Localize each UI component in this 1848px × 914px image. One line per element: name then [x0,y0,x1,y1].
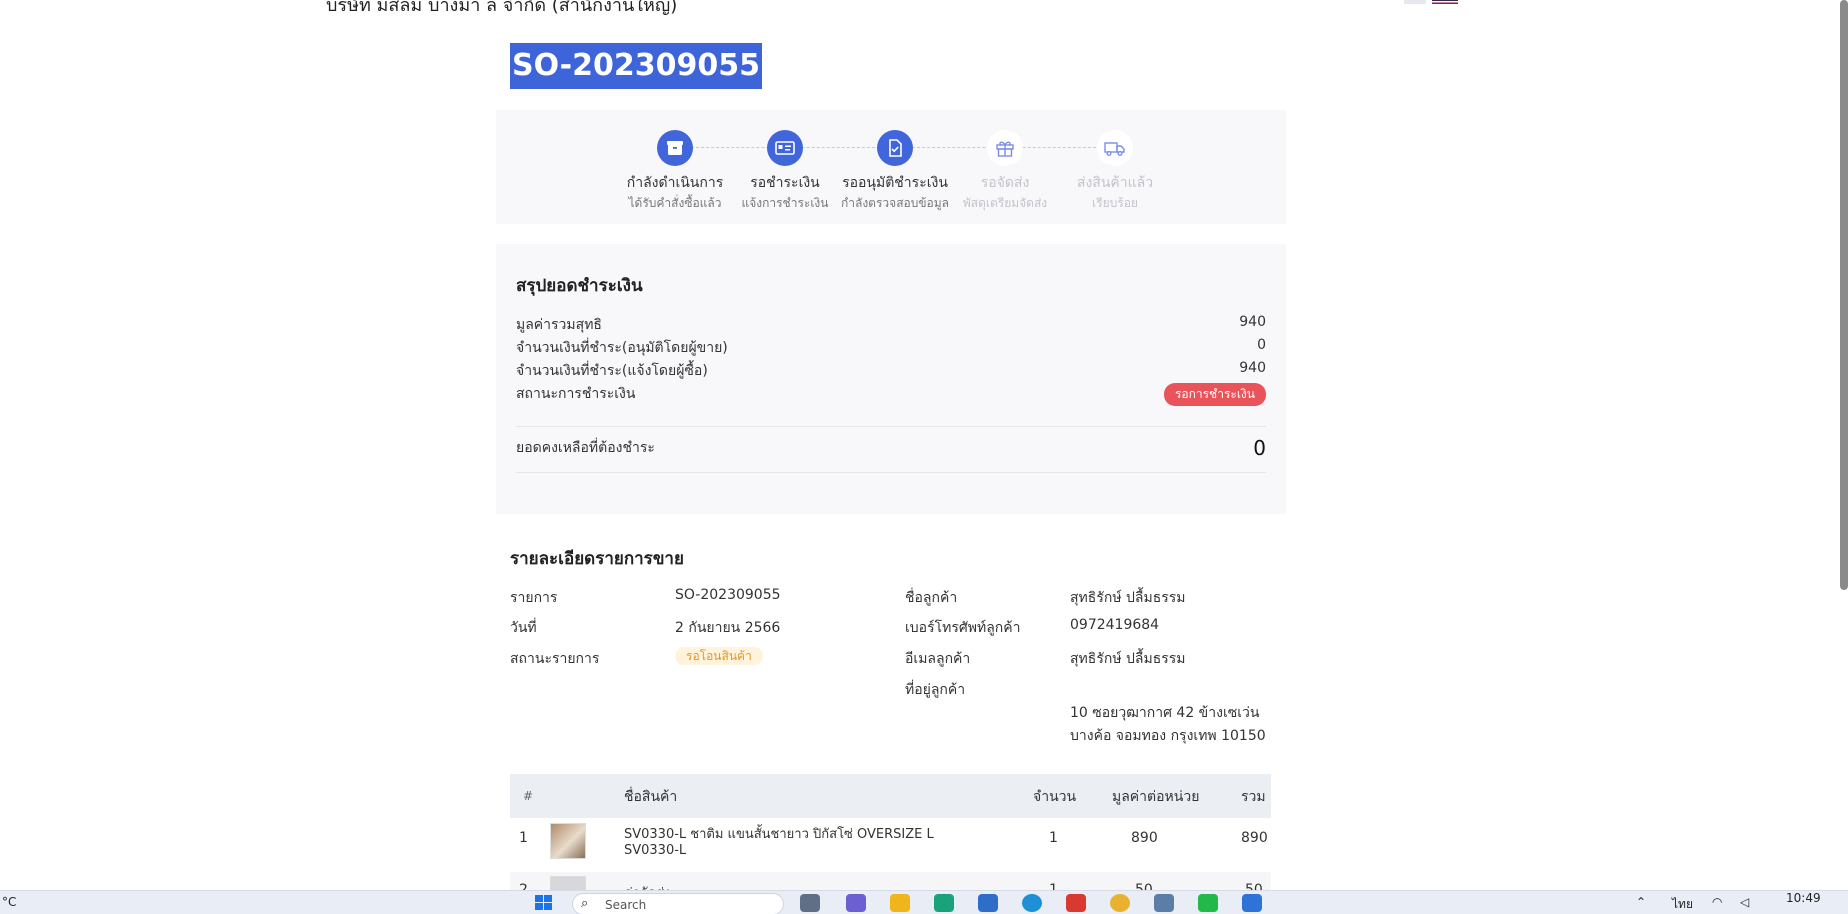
step-subtitle: กำลังตรวจสอบข้อมูล [840,196,950,210]
task-view-icon[interactable] [800,894,820,912]
payment-status-label: สถานะการชำระเงิน [516,386,636,402]
remaining-label: ยอดคงเหลือที่ต้องชำระ [516,440,655,456]
row-num: 1 [519,830,528,846]
table-header: # ชื่อสินค้า จำนวน มูลค่าต่อหน่วย รวม [510,774,1271,818]
step-awaiting-approval: รออนุมัติชำระเงิน กำลังตรวจสอบข้อมูล [835,130,955,213]
divider [516,472,1266,473]
customer-email-label: อีเมลลูกค้า [905,651,971,667]
customer-email-value: สุทธิรักษ์ ปลื้มธรรม [1070,651,1186,667]
product-name: SV0330-L ชาติม แขนสั้นชายาว ปิกัสโซ่ OVE… [624,827,934,842]
sales-details-title: รายละเอียดรายการขาย [510,549,684,569]
weather-temp[interactable]: °C [2,895,16,909]
taskbar-search[interactable]: ⌕ Search [572,893,784,914]
wifi-icon[interactable]: ◠ [1712,895,1722,909]
row-quantity: 1 [1049,830,1058,846]
step-title: กำลังดำเนินการ [626,175,724,191]
document-check-icon [877,130,913,166]
item-label: รายการ [510,590,558,606]
table-row[interactable]: 1 SV0330-L ชาติม แขนสั้นชายาว ปิกัสโซ่ O… [510,818,1271,872]
app-icon[interactable] [1022,894,1042,912]
customer-name-value: สุทธิรักษ์ ปลื้มธรรม [1070,590,1186,606]
remaining-row: ยอดคงเหลือที่ต้องชำระ 0 [516,436,1266,460]
date-label: วันที่ [510,620,537,636]
item-value: SO-202309055 [675,587,781,603]
input-language[interactable]: ไทย [1672,895,1693,914]
order-status-cell: รอโอนสินค้า [675,647,763,666]
paid-approved-value: 0 [1257,337,1266,353]
file-explorer-icon[interactable] [890,894,910,912]
net-total-label: มูลค่ารวมสุทธิ [516,317,602,333]
page-scrollbar[interactable] [1840,0,1848,590]
search-placeholder: Search [605,898,647,912]
order-number-title: SO-202309055 [510,43,762,89]
step-awaiting-payment: รอชำระเงิน แจ้งการชำระเงิน [725,130,845,213]
teams-icon[interactable] [846,894,866,912]
customer-name-label: ชื่อลูกค้า [905,590,958,606]
paid-approved-label: จำนวนเงินที่ชำระ(อนุมัติโดยผู้ขาย) [516,340,728,356]
edge-browser-icon[interactable] [934,894,954,912]
payment-status-row: สถานะการชำระเงิน รอการชำระเงิน [516,383,1266,406]
step-subtitle: ได้รับคำสั่งซื้อแล้ว [628,196,722,210]
volume-icon[interactable]: ◁ [1740,895,1749,909]
row-unit-price: 890 [1131,830,1158,846]
line-app-icon[interactable] [1198,894,1218,912]
customer-address-label: ที่อยู่ลูกค้า [905,682,966,698]
order-progress-panel: กำลังดำเนินการ ได้รับคำสั่งซื้อแล้ว รอชำ… [496,110,1286,224]
payment-status-badge: รอการชำระเงิน [1163,383,1266,406]
payment-card-icon [767,130,803,166]
paid-approved-row: จำนวนเงินที่ชำระ(อนุมัติโดยผู้ขาย) 0 [516,337,1266,359]
step-title: ส่งสินค้าแล้ว [1076,175,1154,191]
chrome-icon[interactable] [1110,894,1130,912]
gmail-icon[interactable] [1066,894,1086,912]
search-icon: ⌕ [581,896,589,911]
payment-summary-title: สรุปยอดชำระเงิน [516,276,643,296]
col-unit-price: มูลค่าต่อหน่วย [1112,789,1200,805]
step-delivered: ส่งสินค้าแล้ว เรียบร้อย [1055,130,1175,213]
col-quantity: จำนวน [1033,789,1077,805]
store-icon[interactable] [978,894,998,912]
customer-address-line2: บางค้อ จอมทอง กรุงเทพ 10150 [1070,728,1266,744]
divider [516,426,1266,427]
step-subtitle: เรียบร้อย [1092,196,1138,210]
box-icon [657,130,693,166]
calculator-icon[interactable] [1154,894,1174,912]
col-product-name: ชื่อสินค้า [624,789,678,805]
net-total-row: มูลค่ารวมสุทธิ 940 [516,314,1266,336]
step-title: รออนุมัติชำระเงิน [842,175,948,191]
step-title: รอจัดส่ง [980,175,1030,191]
truck-icon [1097,130,1133,166]
row-total: 890 [1241,830,1268,846]
net-total-value: 940 [1239,314,1266,330]
app-icon[interactable] [1242,894,1262,912]
customer-phone-label: เบอร์โทรศัพท์ลูกค้า [905,620,1021,636]
gift-box-icon [987,130,1023,166]
paid-notified-value: 940 [1239,360,1266,376]
language-flag-icon[interactable] [1404,0,1458,6]
os-taskbar: °C ⌕ Search ⌃ ไทย ◠ ◁ 10:49 [0,890,1848,914]
date-value: 2 กันยายน 2566 [675,620,781,636]
paid-notified-row: จำนวนเงินที่ชำระ(แจ้งโดยผู้ซื้อ) 940 [516,360,1266,382]
product-sku: SV0330-L [624,843,687,858]
clock[interactable]: 10:49 [1786,891,1821,905]
customer-phone-value: 0972419684 [1070,617,1160,633]
paid-notified-label: จำนวนเงินที่ชำระ(แจ้งโดยผู้ซื้อ) [516,363,708,379]
step-processing: กำลังดำเนินการ ได้รับคำสั่งซื้อแล้ว [615,130,735,213]
step-subtitle: พัสดุเตรียมจัดส่ง [962,196,1048,210]
step-subtitle: แจ้งการชำระเงิน [741,196,829,210]
payment-summary-panel: สรุปยอดชำระเงิน มูลค่ารวมสุทธิ 940 จำนวน… [496,244,1286,514]
chevron-up-icon[interactable]: ⌃ [1636,895,1646,909]
order-status-badge: รอโอนสินค้า [675,647,763,665]
step-title: รอชำระเงิน [750,175,820,191]
remaining-value: 0 [1253,436,1266,460]
product-thumbnail[interactable] [550,823,586,859]
col-num: # [523,789,534,803]
step-awaiting-shipment: รอจัดส่ง พัสดุเตรียมจัดส่ง [945,130,1065,213]
col-total: รวม [1241,789,1266,805]
company-name: บริษัท มีสลิม บางมา ล จำกัด (สำนักงานใหญ… [326,0,678,16]
customer-address-line1: 10 ซอยวุฒากาศ 42 ข้างเซเว่น [1070,705,1260,721]
order-status-label: สถานะรายการ [510,651,600,667]
windows-start-icon[interactable] [534,894,554,912]
